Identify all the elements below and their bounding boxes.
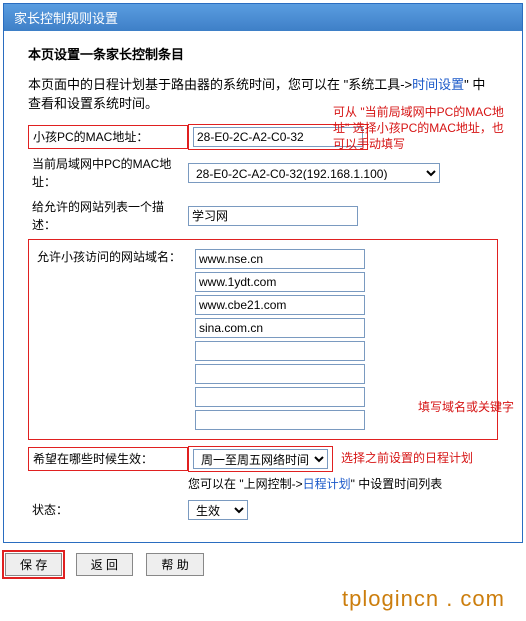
annotation-sched: 选择之前设置的日程计划 bbox=[341, 450, 473, 466]
lan-mac-select[interactable]: 28-E0-2C-A2-C0-32(192.168.1.100) bbox=[188, 163, 440, 183]
row-status: 状态： 生效 bbox=[28, 499, 498, 521]
domain-input-7[interactable] bbox=[195, 410, 365, 430]
sched-box: 周一至周五网络时间 bbox=[188, 446, 333, 472]
domain-input-4[interactable] bbox=[195, 341, 365, 361]
row-sched: 希望在哪些时候生效： 周一至周五网络时间 选择之前设置的日程计划 bbox=[28, 446, 498, 472]
domain-label: 允许小孩访问的网站域名： bbox=[33, 246, 189, 433]
panel-body: 本页设置一条家长控制条目 本页面中的日程计划基于路由器的系统时间，您可以在 "系… bbox=[4, 31, 522, 542]
sched-label: 希望在哪些时候生效： bbox=[28, 447, 188, 471]
sched-tip-2: " 中设置时间列表 bbox=[351, 477, 443, 491]
row-lan-mac: 当前局域网中PC的MAC地址： 28-E0-2C-A2-C0-32(192.16… bbox=[28, 153, 498, 193]
domain-block: 填写域名或关键字 允许小孩访问的网站域名： bbox=[28, 239, 498, 440]
row-sched-tip: 您可以在 "上网控制->日程计划" 中设置时间列表 bbox=[28, 475, 498, 493]
domain-input-0[interactable] bbox=[195, 249, 365, 269]
time-settings-link[interactable]: 时间设置 bbox=[412, 77, 464, 92]
button-row: 保 存 返 回 帮 助 bbox=[3, 549, 523, 580]
desc-label: 给允许的网站列表一个描述： bbox=[28, 196, 188, 236]
domain-input-2[interactable] bbox=[195, 295, 365, 315]
row-desc: 给允许的网站列表一个描述： bbox=[28, 196, 498, 236]
annotation-domain: 填写域名或关键字 bbox=[418, 399, 526, 415]
sched-tip-1: 您可以在 "上网控制-> bbox=[188, 477, 303, 491]
help-button[interactable]: 帮 助 bbox=[146, 553, 203, 576]
status-select[interactable]: 生效 bbox=[188, 500, 248, 520]
save-button[interactable]: 保 存 bbox=[5, 553, 62, 576]
sched-select[interactable]: 周一至周五网络时间 bbox=[193, 449, 328, 469]
back-button[interactable]: 返 回 bbox=[76, 553, 133, 576]
status-label: 状态： bbox=[28, 499, 188, 521]
intro-heading: 本页设置一条家长控制条目 bbox=[28, 45, 498, 65]
annotation-mac: 可从 "当前局域网中PC的MAC地址" 选择小孩PC的MAC地址，也可以手动填写 bbox=[333, 104, 513, 153]
lan-mac-label: 当前局域网中PC的MAC地址： bbox=[28, 153, 188, 193]
title-bar: 家长控制规则设置 bbox=[4, 4, 522, 31]
domain-input-1[interactable] bbox=[195, 272, 365, 292]
mac-block: 可从 "当前局域网中PC的MAC地址" 选择小孩PC的MAC地址，也可以手动填写… bbox=[28, 124, 498, 236]
domain-input-6[interactable] bbox=[195, 387, 365, 407]
watermark: tplogincn . com bbox=[3, 580, 523, 618]
sched-block: 希望在哪些时候生效： 周一至周五网络时间 选择之前设置的日程计划 您可以在 "上… bbox=[28, 446, 498, 493]
intro-text-1: 本页面中的日程计划基于路由器的系统时间，您可以在 "系统工具-> bbox=[28, 77, 412, 92]
schedule-plan-link[interactable]: 日程计划 bbox=[303, 477, 351, 491]
child-mac-label: 小孩PC的MAC地址： bbox=[28, 125, 188, 149]
desc-input[interactable] bbox=[188, 206, 358, 226]
domain-input-5[interactable] bbox=[195, 364, 365, 384]
domain-input-3[interactable] bbox=[195, 318, 365, 338]
sched-tip-spacer bbox=[28, 482, 188, 486]
panel: 家长控制规则设置 本页设置一条家长控制条目 本页面中的日程计划基于路由器的系统时… bbox=[3, 3, 523, 543]
